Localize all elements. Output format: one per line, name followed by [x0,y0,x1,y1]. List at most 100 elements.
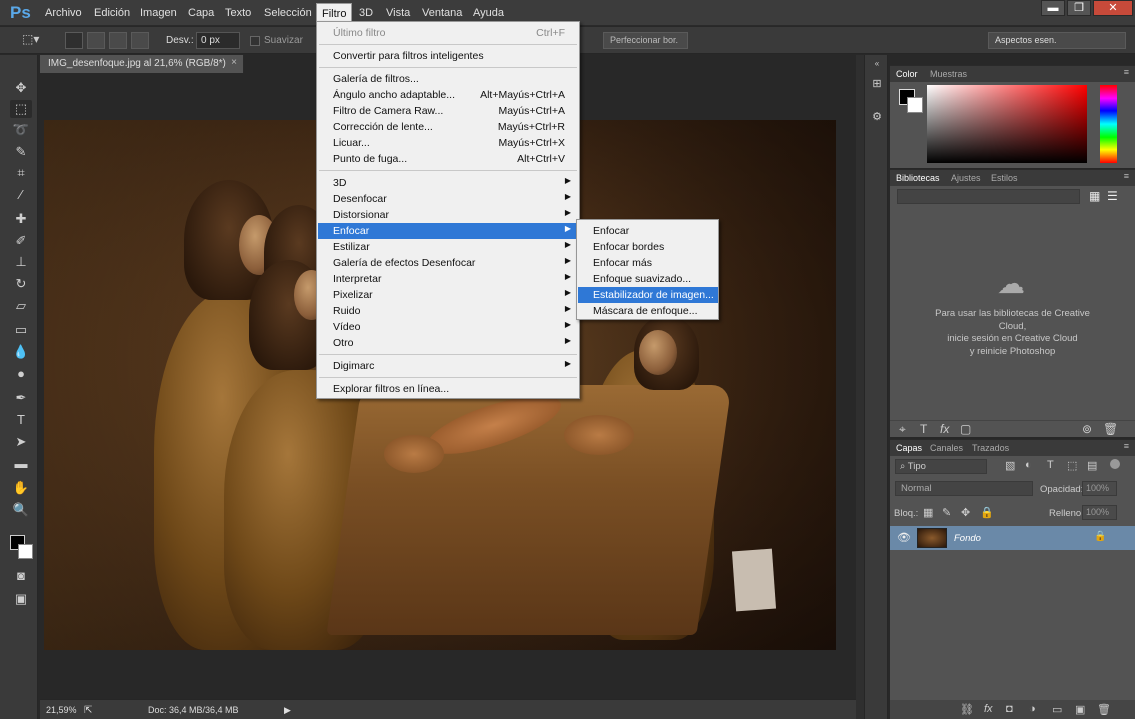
add-text-icon[interactable]: T [920,422,927,436]
add-color-icon[interactable]: ▢ [960,422,971,436]
grid-view-icon[interactable]: ▦ [1089,189,1103,203]
menu-item-digimarc[interactable]: Digimarc ▶ [318,358,579,374]
background-color-swatch[interactable] [18,544,33,559]
opacity-input[interactable]: 100% [1082,481,1117,496]
type-tool-icon[interactable]: T [10,411,32,429]
link-layers-icon[interactable]: ⛓ [960,703,974,716]
menu-3d[interactable]: 3D [354,6,378,20]
tab-estilos[interactable]: Estilos [991,173,1018,183]
menu-imagen[interactable]: Imagen [135,6,182,20]
export-icon[interactable]: ⇱ [84,705,92,716]
filter-type-icon[interactable]: T [1047,459,1054,471]
history-brush-icon[interactable]: ↻ [10,275,32,293]
fill-input[interactable]: 100% [1082,505,1117,520]
menu-item-galeria-desenfocar[interactable]: Galería de efectos Desenfocar ▶ [318,255,579,271]
filter-smart-icon[interactable]: ▤ [1087,459,1097,472]
menu-item-angulo-ancho[interactable]: Ángulo ancho adaptable... Alt+Mayús+Ctrl+… [318,87,579,103]
menu-seleccion[interactable]: Selección [259,6,317,20]
close-window-button[interactable]: ✕ [1093,0,1133,16]
blend-mode-select[interactable]: Normal [895,481,1033,496]
list-view-icon[interactable]: ☰ [1107,189,1121,203]
lock-position-icon[interactable]: ✥ [961,506,970,519]
tab-trazados[interactable]: Trazados [972,443,1009,453]
brush-icon[interactable]: ✐ [10,232,32,250]
add-graphic-icon[interactable]: ⌖ [899,422,906,437]
rectangular-marquee-icon[interactable]: ⬚ [10,100,32,118]
history-panel-icon[interactable]: ⊞ [868,77,886,93]
menu-item-camera-raw[interactable]: Filtro de Camera Raw... Mayús+Ctrl+A [318,103,579,119]
submenu-item-enfocar[interactable]: Enfocar [578,223,718,239]
properties-panel-icon[interactable]: ⚙ [868,110,886,126]
submenu-item-enfocar-mas[interactable]: Enfocar más [578,255,718,271]
menu-item-enfocar[interactable]: Enfocar ▶ [318,223,579,239]
layer-style-icon[interactable]: fx [984,703,993,715]
antialias-checkbox[interactable] [250,36,260,46]
menu-item-distorsionar[interactable]: Distorsionar ▶ [318,207,579,223]
hue-slider[interactable] [1100,85,1117,163]
tab-color[interactable]: Color [896,69,918,79]
close-tab-icon[interactable]: × [231,57,237,68]
menu-item-explorar-filtros[interactable]: Explorar filtros en línea... [318,381,579,397]
workspace-select[interactable]: Aspectos esen. [988,32,1126,49]
menu-edicion[interactable]: Edición [89,6,135,20]
menu-item-pixelizar[interactable]: Pixelizar ▶ [318,287,579,303]
feather-input[interactable]: 0 px [196,32,240,49]
menu-item-estilizar[interactable]: Estilizar ▶ [318,239,579,255]
filter-shape-icon[interactable]: ⬚ [1067,459,1077,472]
document-tab[interactable]: IMG_desenfoque.jpg al 21,6% (RGB/8*) × [40,55,244,73]
menu-item-ruido[interactable]: Ruido ▶ [318,303,579,319]
menu-ayuda[interactable]: Ayuda [468,6,509,20]
submenu-item-enfocar-bordes[interactable]: Enfocar bordes [578,239,718,255]
filter-toggle[interactable] [1110,459,1120,469]
healing-brush-icon[interactable]: ✚ [10,210,32,228]
subtract-selection-icon[interactable] [109,32,127,49]
tab-ajustes[interactable]: Ajustes [951,173,981,183]
new-group-icon[interactable]: ▭ [1052,703,1062,716]
tab-bibliotecas[interactable]: Bibliotecas [896,173,940,183]
menu-item-video[interactable]: Vídeo ▶ [318,319,579,335]
visibility-eye-icon[interactable]: 👁 [897,531,911,544]
layer-filter-select[interactable]: ⌕ Tipo [895,459,987,474]
tab-muestras[interactable]: Muestras [930,69,967,79]
intersect-selection-icon[interactable] [131,32,149,49]
lock-transparency-icon[interactable]: ▦ [923,506,933,519]
menu-item-convertir-filtros-inteligentes[interactable]: Convertir para filtros inteligentes [318,48,579,64]
layer-mask-icon[interactable]: ◘ [1006,703,1013,715]
menu-archivo[interactable]: Archivo [40,6,87,20]
move-tool-icon[interactable]: ✥ [10,79,32,97]
blur-icon[interactable]: 💧 [10,343,32,361]
layer-row[interactable]: 👁 Fondo 🔒 [890,526,1135,550]
path-selection-icon[interactable]: ➤ [10,433,32,451]
lock-all-icon[interactable]: 🔒 [980,506,994,519]
new-layer-icon[interactable]: ▣ [1075,703,1085,716]
filter-pixel-icon[interactable]: ▧ [1005,459,1015,472]
crop-icon[interactable]: ⌗ [10,164,32,182]
quick-mask-icon[interactable]: ◙ [10,567,32,585]
menu-item-galeria-filtros[interactable]: Galería de filtros... [318,71,579,87]
menu-capa[interactable]: Capa [183,6,219,20]
add-style-icon[interactable]: fx [940,422,949,436]
submenu-item-enfoque-suavizado[interactable]: Enfoque suavizado... [578,271,718,287]
filter-adjust-icon[interactable]: ◐ [1025,459,1032,471]
menu-texto[interactable]: Texto [220,6,256,20]
new-selection-icon[interactable] [65,32,83,49]
menu-item-desenfocar[interactable]: Desenfocar ▶ [318,191,579,207]
menu-item-interpretar[interactable]: Interpretar ▶ [318,271,579,287]
quick-selection-icon[interactable]: ✎ [10,143,32,161]
color-background-swatch[interactable] [907,97,923,113]
dodge-icon[interactable]: ● [10,365,32,383]
lock-pixels-icon[interactable]: ✎ [942,506,951,519]
color-spectrum[interactable] [927,85,1087,163]
screen-mode-icon[interactable]: ▣ [10,590,32,608]
eraser-icon[interactable]: ▱ [10,297,32,315]
rectangle-tool-icon[interactable]: ▬ [10,455,32,473]
library-select[interactable] [897,189,1080,204]
delete-layer-icon[interactable]: 🗑 [1097,703,1111,716]
hand-icon[interactable]: ✋ [10,479,32,497]
status-menu-arrow-icon[interactable]: ▶ [284,705,291,716]
tab-canales[interactable]: Canales [930,443,963,453]
marquee-preset-icon[interactable]: ⬚▾ [22,32,48,49]
menu-vista[interactable]: Vista [381,6,415,20]
submenu-item-estabilizador-imagen[interactable]: Estabilizador de imagen... [578,287,718,303]
menu-ventana[interactable]: Ventana [417,6,467,20]
